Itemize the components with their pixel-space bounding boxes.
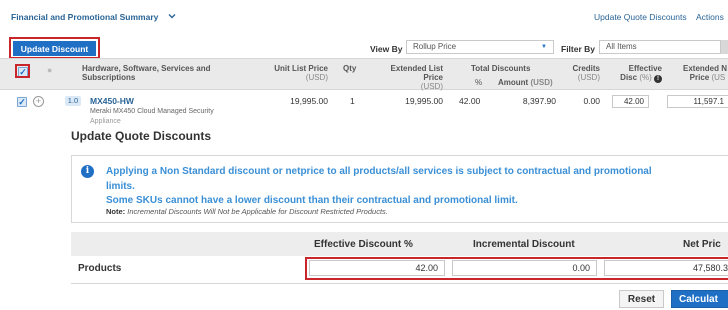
product-description: Meraki MX450 Cloud Managed Security Appli…	[90, 108, 214, 125]
note-text: Note: Incremental Discounts Will Not be …	[106, 207, 388, 216]
column-unit-list-price[interactable]: Unit List Price (USD)	[258, 64, 328, 82]
filter-by-value: All Items	[606, 42, 637, 51]
cell-extended-list-price: 19,995.00	[405, 96, 443, 106]
column-net-price: Net Pric	[683, 239, 721, 250]
caret-down-icon: ▼	[541, 44, 547, 50]
divider	[71, 283, 728, 284]
info-line-1: Applying a Non Standard discount or netp…	[106, 166, 652, 177]
column-qty[interactable]: Qty	[343, 64, 356, 73]
column-product: Hardware, Software, Services and Subscri…	[82, 64, 211, 82]
filter-by-select[interactable]: All Items	[599, 40, 721, 54]
column-extended-list-price[interactable]: Extended List Price (USD)	[373, 64, 443, 91]
calculate-button[interactable]: Calculat	[671, 290, 728, 308]
line-number-badge: 1.0	[65, 96, 81, 106]
info-line-2: limits.	[106, 181, 135, 192]
cell-discount-amount: 8,397.90	[522, 96, 556, 106]
update-quote-discounts-title: Update Quote Discounts	[71, 129, 212, 143]
column-effective-discount: Effective Discount %	[314, 239, 413, 250]
cell-unit-list-price: 19,995.00	[290, 96, 328, 106]
column-credits[interactable]: Credits (USD)	[566, 64, 600, 82]
products-row-label: Products	[78, 263, 122, 274]
column-discount-pct: %	[475, 78, 483, 87]
chevron-down-icon[interactable]	[167, 11, 177, 21]
highlight-outline	[9, 37, 100, 59]
column-discount-amount: Amount (USD)	[498, 78, 553, 87]
view-by-select[interactable]: Rollup Price ▼	[406, 40, 554, 54]
column-incremental-discount: Incremental Discount	[473, 239, 575, 250]
reset-button[interactable]: Reset	[619, 290, 664, 308]
actions-link[interactable]: Actions	[696, 12, 724, 22]
update-quote-discounts-link[interactable]: Update Quote Discounts	[594, 12, 687, 22]
row-checkbox[interactable]: ✓	[17, 97, 27, 107]
sku-link[interactable]: MX450-HW	[90, 96, 134, 106]
discount-row-highlight	[305, 257, 728, 280]
extended-net-price-input[interactable]: 11,597.1	[667, 95, 728, 108]
top-bar: Financial and Promotional Summary Update…	[0, 0, 728, 30]
cell-discount-pct: 42.00	[459, 96, 481, 106]
filter-by-label: Filter By	[561, 44, 596, 54]
summary-title[interactable]: Financial and Promotional Summary	[11, 12, 158, 22]
view-by-label: View By	[370, 44, 403, 54]
plus-circle-icon[interactable]: +	[33, 96, 44, 107]
filter-by-caret[interactable]	[721, 40, 728, 54]
info-icon[interactable]: !	[654, 75, 662, 83]
select-all-highlight	[15, 64, 30, 78]
column-extended-net-price[interactable]: Extended N Price (US	[683, 64, 728, 82]
tag-icon: ●	[47, 65, 53, 75]
view-by-value: Rollup Price	[413, 42, 457, 51]
column-total-discounts[interactable]: Total Discounts	[471, 64, 530, 73]
info-line-3: Some SKUs cannot have a lower discount t…	[106, 195, 518, 206]
info-icon: i	[81, 165, 94, 178]
column-effective-disc[interactable]: Effective Disc (%) !	[608, 64, 662, 83]
cell-qty: 1	[350, 96, 355, 106]
effective-disc-input[interactable]: 42.00	[612, 95, 649, 108]
cell-credits: 0.00	[583, 96, 600, 106]
